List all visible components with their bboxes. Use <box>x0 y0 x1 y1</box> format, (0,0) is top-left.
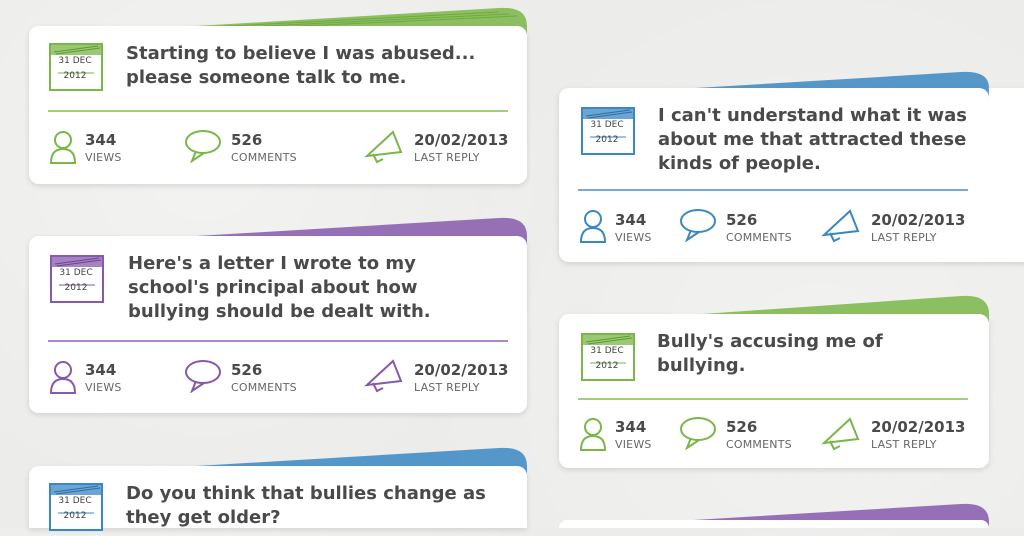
comments-label: COMMENTS <box>726 231 792 244</box>
post-date-year: 2012 <box>595 361 619 371</box>
views-count: 344 <box>85 361 117 379</box>
divider <box>48 340 508 342</box>
divider <box>578 398 968 400</box>
megaphone-icon <box>364 130 403 164</box>
last-reply-date: 20/02/2013 <box>871 211 966 229</box>
divider <box>578 189 968 191</box>
speech-bubble-icon[interactable] <box>679 416 717 450</box>
user-icon <box>49 131 77 164</box>
speech-bubble-icon[interactable] <box>184 359 222 393</box>
megaphone-icon <box>364 359 403 393</box>
last-reply-date: 20/02/2013 <box>414 361 509 379</box>
post-title[interactable]: Do you think that bullies change as they… <box>126 482 506 530</box>
post-date-day: 31 DEC <box>58 496 92 506</box>
speech-bubble-icon[interactable] <box>679 208 717 242</box>
user-icon <box>49 361 77 394</box>
post-card[interactable] <box>559 520 989 528</box>
views-count: 344 <box>615 418 647 436</box>
card-body: 31 DEC 2012 Starting to believe I was ab… <box>29 26 527 184</box>
comments-label: COMMENTS <box>726 438 792 451</box>
comments-count: 526 <box>726 211 758 229</box>
post-title[interactable]: Here's a letter I wrote to my school's p… <box>128 252 498 324</box>
post-card[interactable]: 31 DEC 2012 Here's a letter I wrote to m… <box>29 217 527 413</box>
post-date-year: 2012 <box>64 283 88 293</box>
comments-count: 526 <box>231 131 263 149</box>
post-card[interactable]: 31 DEC 2012 I can't understand what it w… <box>559 71 1024 262</box>
calendar-icon: 31 DEC 2012 <box>580 104 635 155</box>
comments-label: COMMENTS <box>231 381 297 394</box>
post-title[interactable]: Starting to believe I was abused... plea… <box>126 42 506 90</box>
post-date-year: 2012 <box>63 71 87 81</box>
post-date-day: 31 DEC <box>59 268 93 278</box>
views-count: 344 <box>615 211 647 229</box>
views-label: VIEWS <box>85 151 122 164</box>
post-date-year: 2012 <box>595 135 619 145</box>
calendar-icon: 31 DEC 2012 <box>580 330 635 381</box>
calendar-icon: 31 DEC 2012 <box>49 252 104 303</box>
last-reply-date: 20/02/2013 <box>871 418 966 436</box>
post-date-day: 31 DEC <box>590 346 624 356</box>
post-card[interactable]: 31 DEC 2012 Do you think that bullies ch… <box>29 447 527 531</box>
post-date-day: 31 DEC <box>590 120 624 130</box>
last-reply-label: LAST REPLY <box>414 151 480 164</box>
card-body: 31 DEC 2012 Here's a letter I wrote to m… <box>29 236 527 413</box>
calendar-icon: 31 DEC 2012 <box>48 480 103 531</box>
user-icon <box>579 418 607 451</box>
megaphone-icon <box>821 209 860 243</box>
post-card[interactable]: 31 DEC 2012 Starting to believe I was ab… <box>29 7 527 184</box>
user-icon <box>579 210 607 243</box>
card-body: 31 DEC 2012 Do you think that bullies ch… <box>29 466 527 531</box>
divider <box>48 110 508 112</box>
post-title[interactable]: I can't understand what it was about me … <box>658 104 968 176</box>
calendar-icon: 31 DEC 2012 <box>48 40 103 91</box>
last-reply-label: LAST REPLY <box>871 438 937 451</box>
views-count: 344 <box>85 131 117 149</box>
card-body: 31 DEC 2012 I can't understand what it w… <box>559 88 989 262</box>
card-body: 31 DEC 2012 Bully's accusing me of bully… <box>559 314 989 468</box>
comments-count: 526 <box>726 418 758 436</box>
last-reply-label: LAST REPLY <box>871 231 937 244</box>
comments-label: COMMENTS <box>231 151 297 164</box>
last-reply-label: LAST REPLY <box>414 381 480 394</box>
post-title[interactable]: Bully's accusing me of bullying. <box>657 330 977 378</box>
last-reply-date: 20/02/2013 <box>414 131 509 149</box>
megaphone-icon <box>821 417 860 451</box>
post-date-day: 31 DEC <box>58 56 92 66</box>
views-label: VIEWS <box>615 231 652 244</box>
views-label: VIEWS <box>615 438 652 451</box>
post-card[interactable]: 31 DEC 2012 Bully's accusing me of bully… <box>559 295 989 468</box>
speech-bubble-icon[interactable] <box>184 129 222 163</box>
post-date-year: 2012 <box>63 511 87 521</box>
views-label: VIEWS <box>85 381 122 394</box>
comments-count: 526 <box>231 361 263 379</box>
